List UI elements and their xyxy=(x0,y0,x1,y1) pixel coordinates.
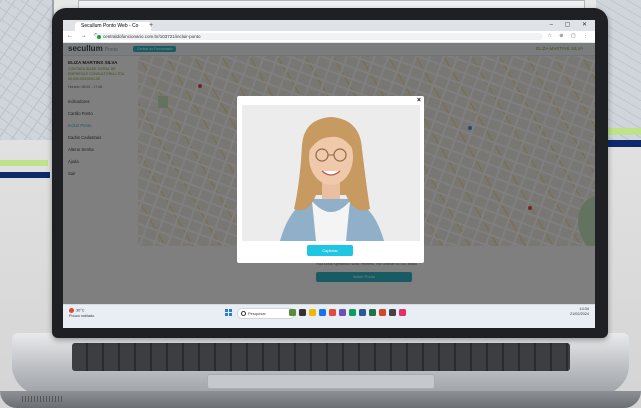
chrome-icon[interactable] xyxy=(329,309,336,316)
capture-button[interactable]: Capturar xyxy=(307,245,353,256)
person-photo xyxy=(242,105,420,241)
search-icon xyxy=(241,311,246,316)
word-icon[interactable] xyxy=(359,309,366,316)
app-icon[interactable] xyxy=(399,309,406,316)
close-icon[interactable]: × xyxy=(417,97,421,105)
edge-icon[interactable] xyxy=(319,309,326,316)
background-stripe xyxy=(0,160,48,166)
weather-desc: Pouco nublado xyxy=(69,313,95,318)
camera-preview xyxy=(242,105,420,241)
windows-taskbar: 30°C Pouco nublado Pesquisar 14:34 21/02/2… xyxy=(63,304,595,328)
tab-title: Secullum Ponto Web - Co xyxy=(81,23,139,29)
url-text: centraldofuncionario.com.br/103721/inclu… xyxy=(103,34,201,39)
clock-date: 21/02/2024 xyxy=(569,312,589,316)
url-field[interactable]: centraldofuncionario.com.br/103721/inclu… xyxy=(95,33,543,40)
laptop-base-edge xyxy=(0,391,641,408)
background-map-left xyxy=(0,0,54,140)
weather-temp: 30°C xyxy=(76,308,85,313)
app-icon[interactable] xyxy=(389,309,396,316)
new-tab-button[interactable]: + xyxy=(149,21,153,30)
app-icon[interactable] xyxy=(339,309,346,316)
laptop-vent xyxy=(22,396,62,402)
background-stripe xyxy=(0,172,50,178)
folder-icon[interactable] xyxy=(309,309,316,316)
powerpoint-icon[interactable] xyxy=(379,309,386,316)
taskbar-clock[interactable]: 14:34 21/02/2024 xyxy=(570,307,589,317)
weather-widget[interactable]: 30°C Pouco nublado xyxy=(69,308,94,319)
app-icon[interactable] xyxy=(289,309,296,316)
browser-tab[interactable]: Secullum Ponto Web - Co xyxy=(75,22,151,31)
laptop-keyboard xyxy=(72,343,570,371)
address-bar: ← → ⟳ centraldofuncionario.com.br/103721… xyxy=(63,31,595,43)
laptop-screen: Secullum Ponto Web - Co + – ▢ ✕ ← → ⟳ ce… xyxy=(63,20,595,328)
excel-icon[interactable] xyxy=(369,309,376,316)
window-controls[interactable]: – ▢ ✕ xyxy=(550,20,592,30)
clock-time: 14:34 xyxy=(579,307,589,311)
windows-start-icon[interactable] xyxy=(225,309,232,316)
taskbar-search[interactable]: Pesquisar xyxy=(237,308,295,319)
search-placeholder: Pesquisar xyxy=(248,311,266,316)
camera-modal: × Capturar xyxy=(237,96,424,263)
taskbar-apps xyxy=(289,309,406,317)
weather-icon xyxy=(69,308,74,313)
browser-tab-strip: Secullum Ponto Web - Co + – ▢ ✕ xyxy=(63,20,595,31)
extension-icons[interactable]: ☆ ⊕ ▢ ⋮ xyxy=(547,31,591,42)
app-icon[interactable] xyxy=(299,309,306,316)
app-icon[interactable] xyxy=(349,309,356,316)
laptop-trackpad xyxy=(207,374,435,389)
secure-icon xyxy=(97,34,101,39)
